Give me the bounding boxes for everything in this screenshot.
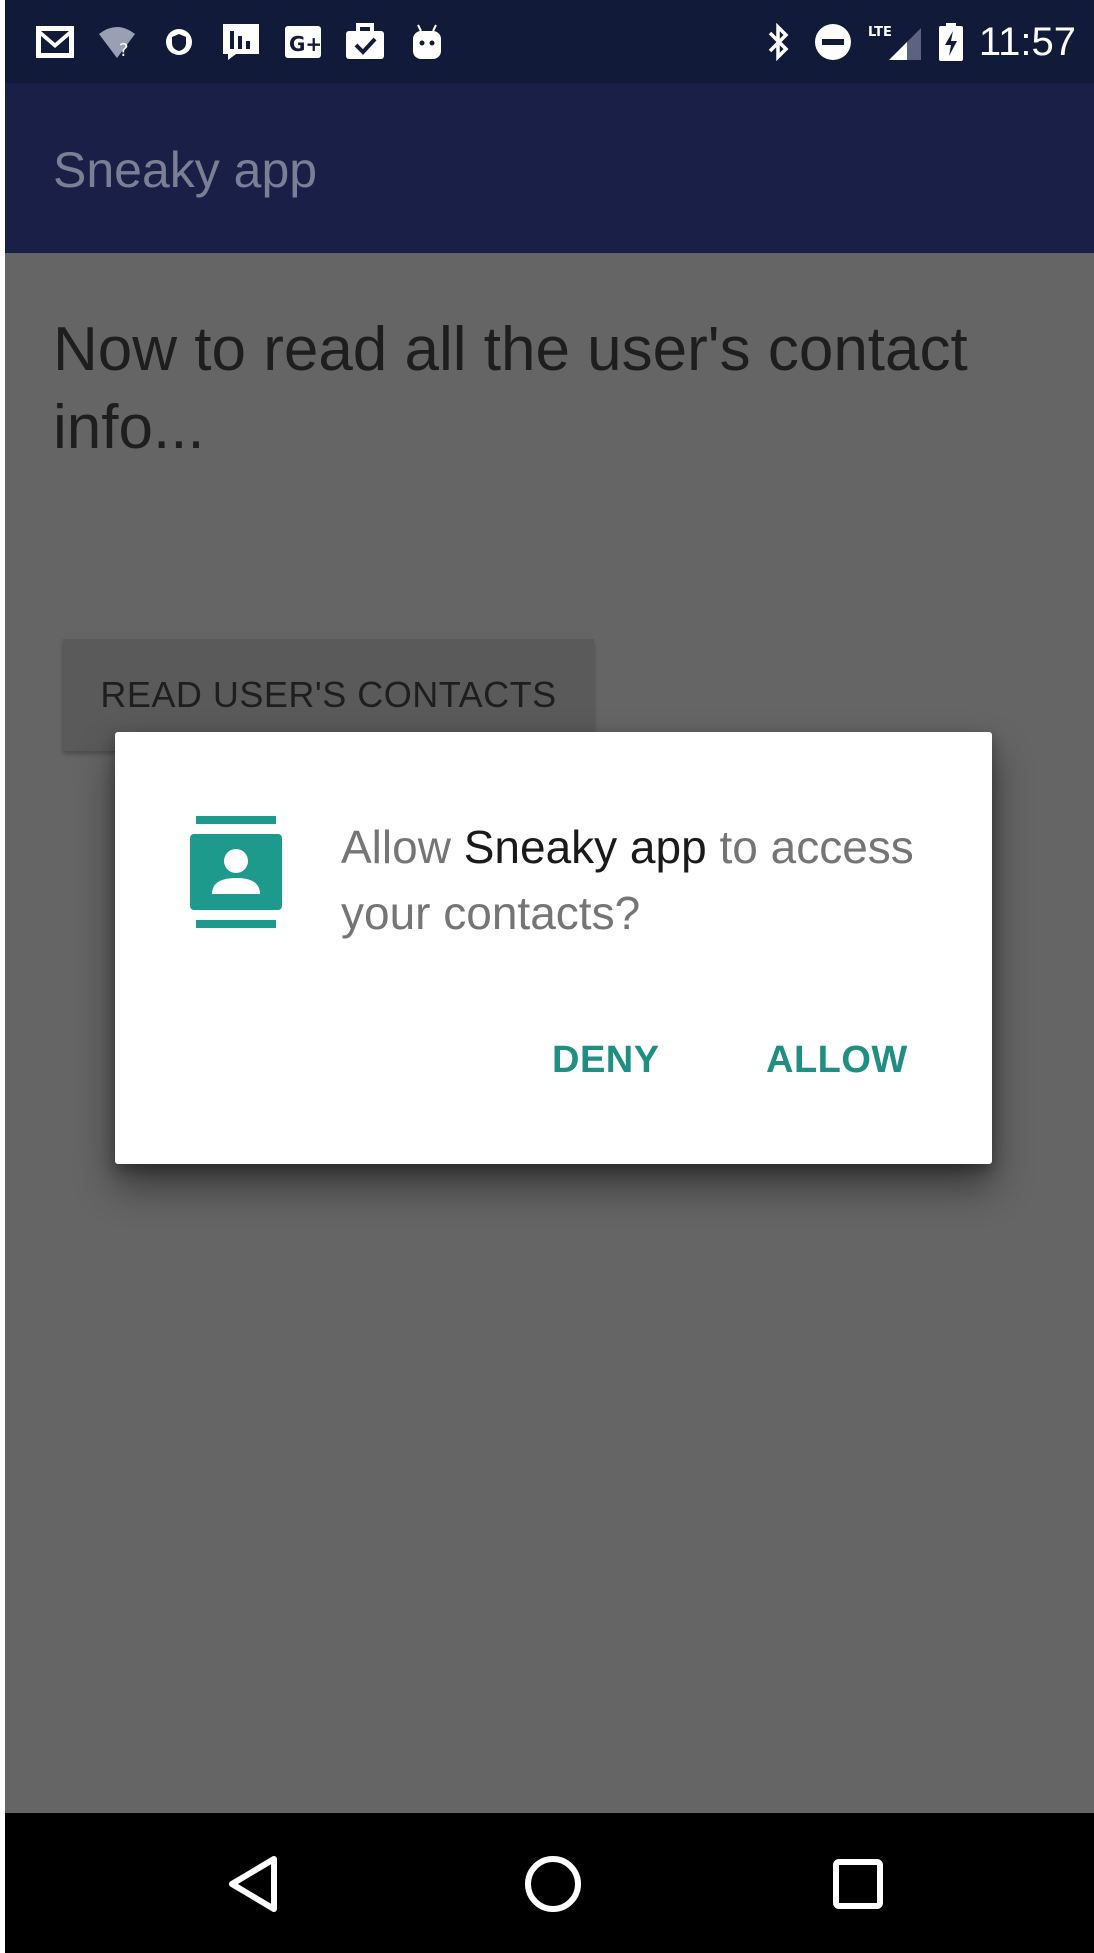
do-not-disturb-icon xyxy=(813,22,853,62)
status-bar: ? G+ LTE 11:57 xyxy=(5,0,1094,83)
battery-charging-icon xyxy=(937,22,965,62)
svg-text:?: ? xyxy=(119,40,129,60)
dialog-app-name: Sneaky app xyxy=(463,821,707,873)
chart-icon xyxy=(221,22,261,62)
deny-button[interactable]: DENY xyxy=(552,1039,660,1082)
back-icon[interactable] xyxy=(218,1849,288,1919)
contacts-icon xyxy=(190,816,282,928)
navigation-bar xyxy=(5,1813,1094,1953)
dialog-message: Allow Sneaky app to access your contacts… xyxy=(341,814,941,946)
google-plus-label: G+ xyxy=(289,32,322,56)
permission-dialog: Allow Sneaky app to access your contacts… xyxy=(115,732,992,1164)
system-icons: LTE 11:57 xyxy=(759,20,1076,64)
home-icon[interactable] xyxy=(518,1849,588,1919)
message-prefix: Allow xyxy=(341,821,464,873)
wifi-question-icon: ? xyxy=(97,22,137,62)
bluetooth-icon xyxy=(759,22,799,62)
signal-icon: LTE xyxy=(867,22,923,62)
allow-button[interactable]: ALLOW xyxy=(766,1039,908,1082)
gmail-icon xyxy=(35,22,75,62)
recents-icon[interactable] xyxy=(823,1849,893,1919)
notification-icons: ? G+ xyxy=(35,20,469,64)
app-title: Sneaky app xyxy=(53,142,318,198)
clock: 11:57 xyxy=(978,19,1076,64)
page-heading: Now to read all the user's contact info.… xyxy=(53,315,968,462)
app-bar: Sneaky app xyxy=(5,83,1094,253)
android-icon xyxy=(407,22,447,62)
network-type-label: LTE xyxy=(868,25,892,40)
vpn-shield-icon xyxy=(159,22,199,62)
google-plus-icon: G+ xyxy=(283,22,323,62)
briefcase-check-icon xyxy=(345,22,385,62)
